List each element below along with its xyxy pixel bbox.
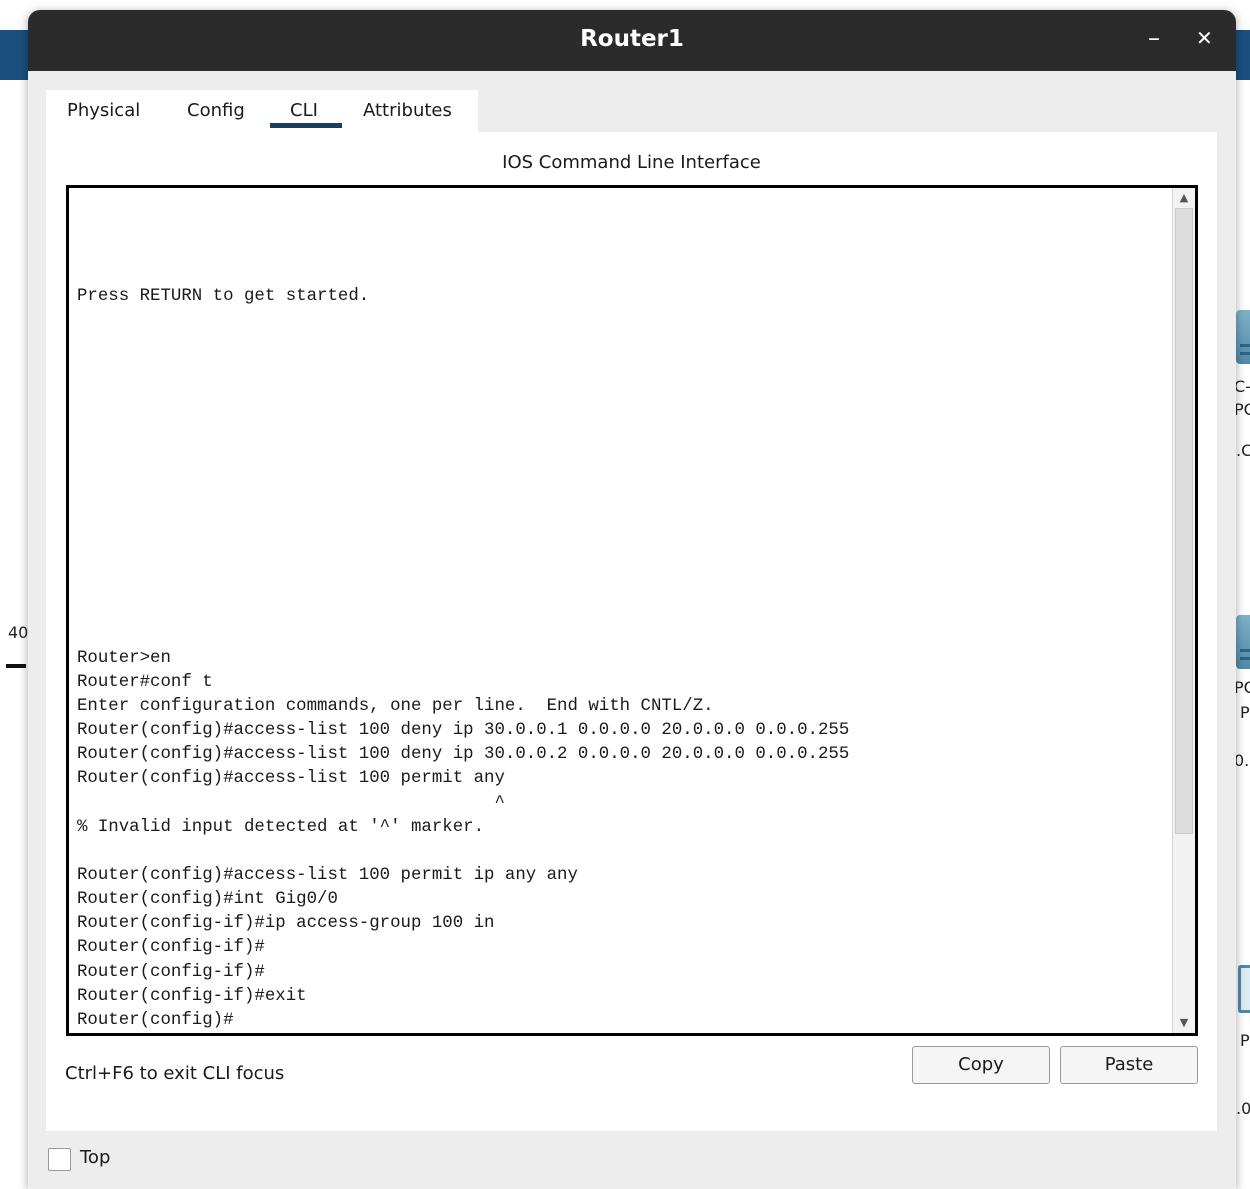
- pc-device-icon[interactable]: [1236, 310, 1250, 364]
- device-label-fragment: P: [1240, 703, 1250, 722]
- device-label-fragment: .0: [1236, 1099, 1250, 1118]
- tab-attributes[interactable]: Attributes: [363, 100, 452, 121]
- tab-bar: Physical Config CLI Attributes: [46, 90, 478, 132]
- close-button[interactable]: ✕: [1196, 26, 1213, 50]
- selected-tab-indicator: [270, 123, 342, 128]
- device-label-fragment: P: [1240, 1031, 1250, 1050]
- terminal-line: Router(config-if)#: [77, 938, 265, 958]
- top-checkbox-label: Top: [80, 1147, 111, 1168]
- window-title: Router1: [580, 26, 684, 52]
- tab-cli[interactable]: CLI: [290, 100, 318, 121]
- terminal-line: Router(config-if)#ip access-group 100 in: [77, 914, 495, 934]
- terminal-line: Router(config-if)#exit: [77, 986, 307, 1006]
- copy-button[interactable]: Copy: [912, 1046, 1050, 1084]
- paste-button[interactable]: Paste: [1060, 1046, 1198, 1084]
- terminal-line: Router(config)#access-list 100 deny ip 3…: [77, 721, 850, 741]
- scroll-thumb[interactable]: [1175, 208, 1193, 834]
- tab-config[interactable]: Config: [187, 100, 245, 121]
- terminal-line: Router(config)#access-list 100 permit ip…: [77, 865, 578, 885]
- pc-monitor-icon[interactable]: [1238, 965, 1250, 1013]
- router-dialog: Router1 – ✕ Physical Config CLI Attribut…: [28, 10, 1236, 1189]
- scroll-down-arrow-icon[interactable]: ▼: [1173, 1013, 1195, 1033]
- terminal-output[interactable]: Press RETURN to get started. Router>en Rou…: [77, 188, 1169, 1033]
- device-label-fragment: 0.: [1234, 751, 1250, 770]
- terminal-line: Router(config)#access-list 100 deny ip 3…: [77, 745, 850, 765]
- device-label-fragment: 40: [8, 623, 29, 642]
- title-bar[interactable]: Router1 – ✕: [28, 10, 1236, 71]
- device-label-fragment: C-: [1234, 377, 1250, 396]
- scroll-up-arrow-icon[interactable]: ▲: [1173, 188, 1195, 208]
- terminal-line: Router(config)#int Gig0/0: [77, 890, 338, 910]
- panel-heading: IOS Command Line Interface: [502, 152, 761, 173]
- device-label-fragment: PC: [1234, 400, 1250, 419]
- device-label-fragment: PC: [1234, 678, 1250, 697]
- terminal-line: Router#conf t: [77, 672, 213, 692]
- terminal-line: % Invalid input detected at '^' marker.: [77, 817, 485, 837]
- terminal-line: Router(config-if)#: [77, 962, 265, 982]
- device-label-fragment: .C: [1236, 441, 1250, 460]
- pc-device-icon[interactable]: [1236, 615, 1250, 669]
- tab-physical[interactable]: Physical: [67, 100, 140, 121]
- terminal-line: Enter configuration commands, one per li…: [77, 696, 714, 716]
- terminal-scrollbar[interactable]: ▲ ▼: [1172, 188, 1195, 1033]
- cli-focus-hint: Ctrl+F6 to exit CLI focus: [65, 1063, 285, 1084]
- cli-terminal[interactable]: Press RETURN to get started. Router>en Rou…: [66, 185, 1198, 1036]
- minimize-button[interactable]: –: [1148, 24, 1160, 52]
- terminal-line: Router(config)#access-list 100 permit an…: [77, 769, 505, 789]
- top-checkbox[interactable]: [48, 1148, 71, 1171]
- link-line: [6, 664, 26, 668]
- terminal-line: Router(config)#: [77, 1010, 234, 1030]
- cli-panel: IOS Command Line Interface Press RETURN …: [46, 132, 1217, 1131]
- terminal-line: Router>en: [77, 648, 171, 668]
- terminal-line: ^: [77, 793, 505, 813]
- terminal-line: Press RETURN to get started.: [77, 286, 370, 306]
